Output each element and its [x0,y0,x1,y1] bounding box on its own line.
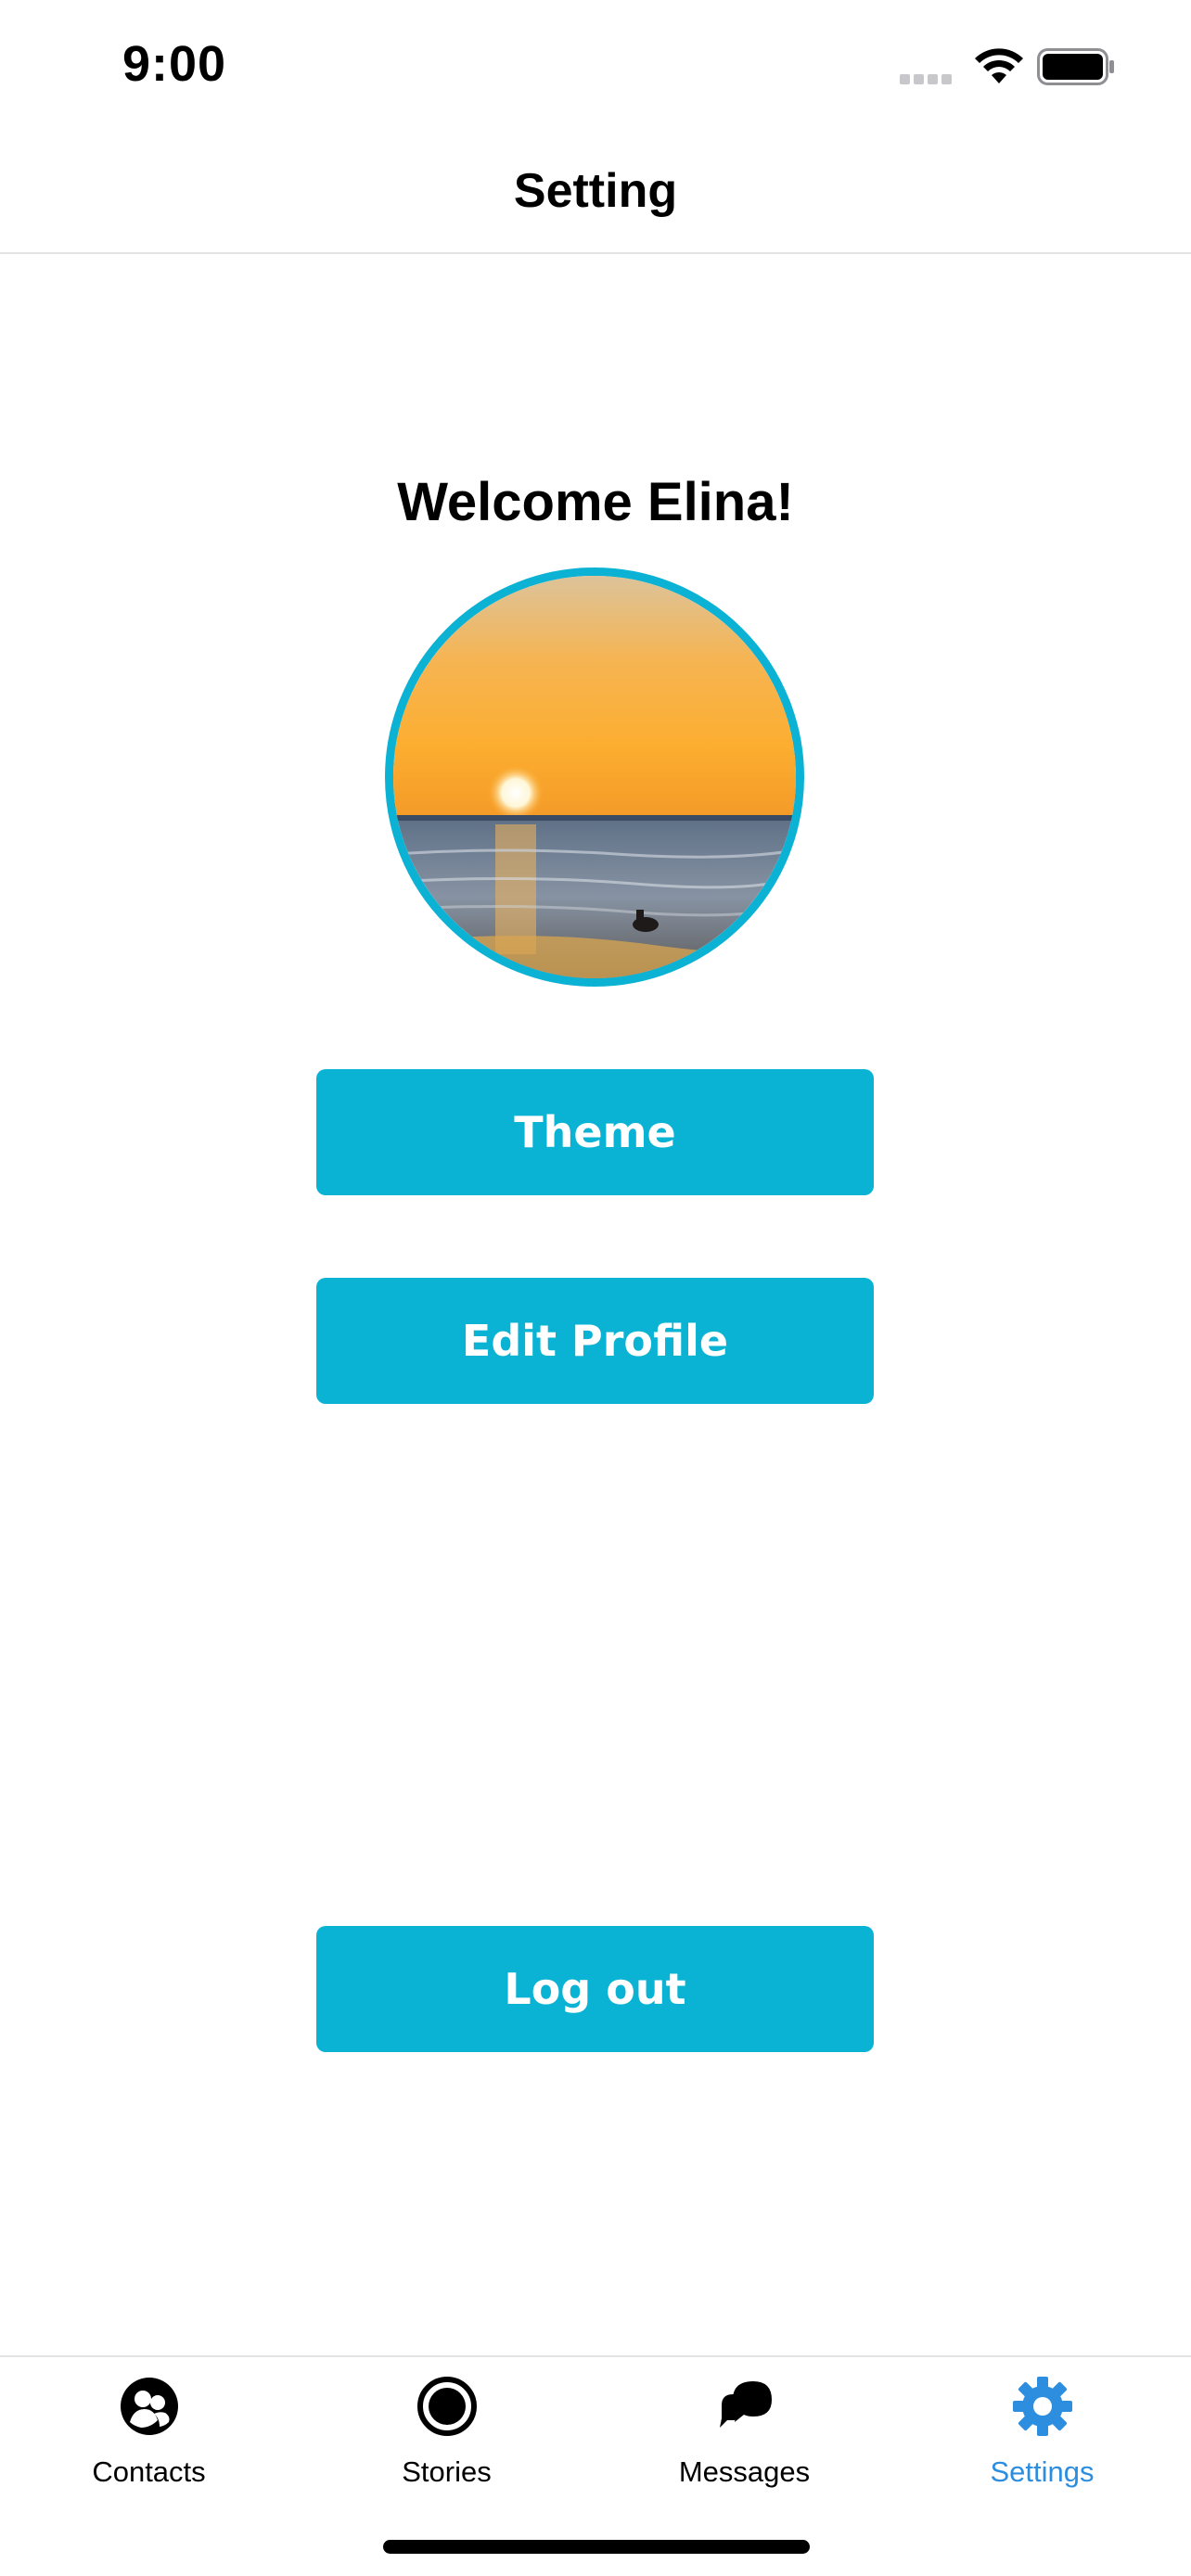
edit-profile-button[interactable]: Edit Profile [316,1278,874,1404]
status-time: 9:00 [122,36,227,92]
tab-messages[interactable]: Messages [596,2374,893,2513]
contacts-icon [120,2378,178,2435]
tab-label: Settings [990,2455,1095,2488]
signal-dots-icon [900,72,957,84]
tab-settings[interactable]: Settings [893,2374,1191,2513]
theme-button[interactable]: Theme [316,1069,874,1195]
tab-label: Stories [402,2455,492,2488]
logout-button[interactable]: Log out [316,1926,874,2052]
home-indicator [383,2540,810,2554]
avatar [385,567,804,987]
stories-icon [416,2377,477,2436]
welcome-heading: Welcome Elina! [397,472,794,532]
wifi-icon [975,48,1023,83]
battery-icon [1037,48,1114,85]
profile-photo [393,576,796,978]
settings-screen: 9:00 Setting Welcome Elina! Theme Edit P… [0,0,1191,2576]
gear-icon [1012,2377,1072,2436]
tab-stories[interactable]: Stories [298,2374,596,2513]
messages-icon [719,2381,772,2428]
tab-label: Messages [678,2455,811,2488]
tab-contacts[interactable]: Contacts [0,2374,298,2513]
tab-label: Contacts [92,2455,206,2488]
status-bar: 9:00 [0,0,1191,130]
page-title: Setting [513,164,678,218]
nav-bar: Setting [0,130,1191,254]
